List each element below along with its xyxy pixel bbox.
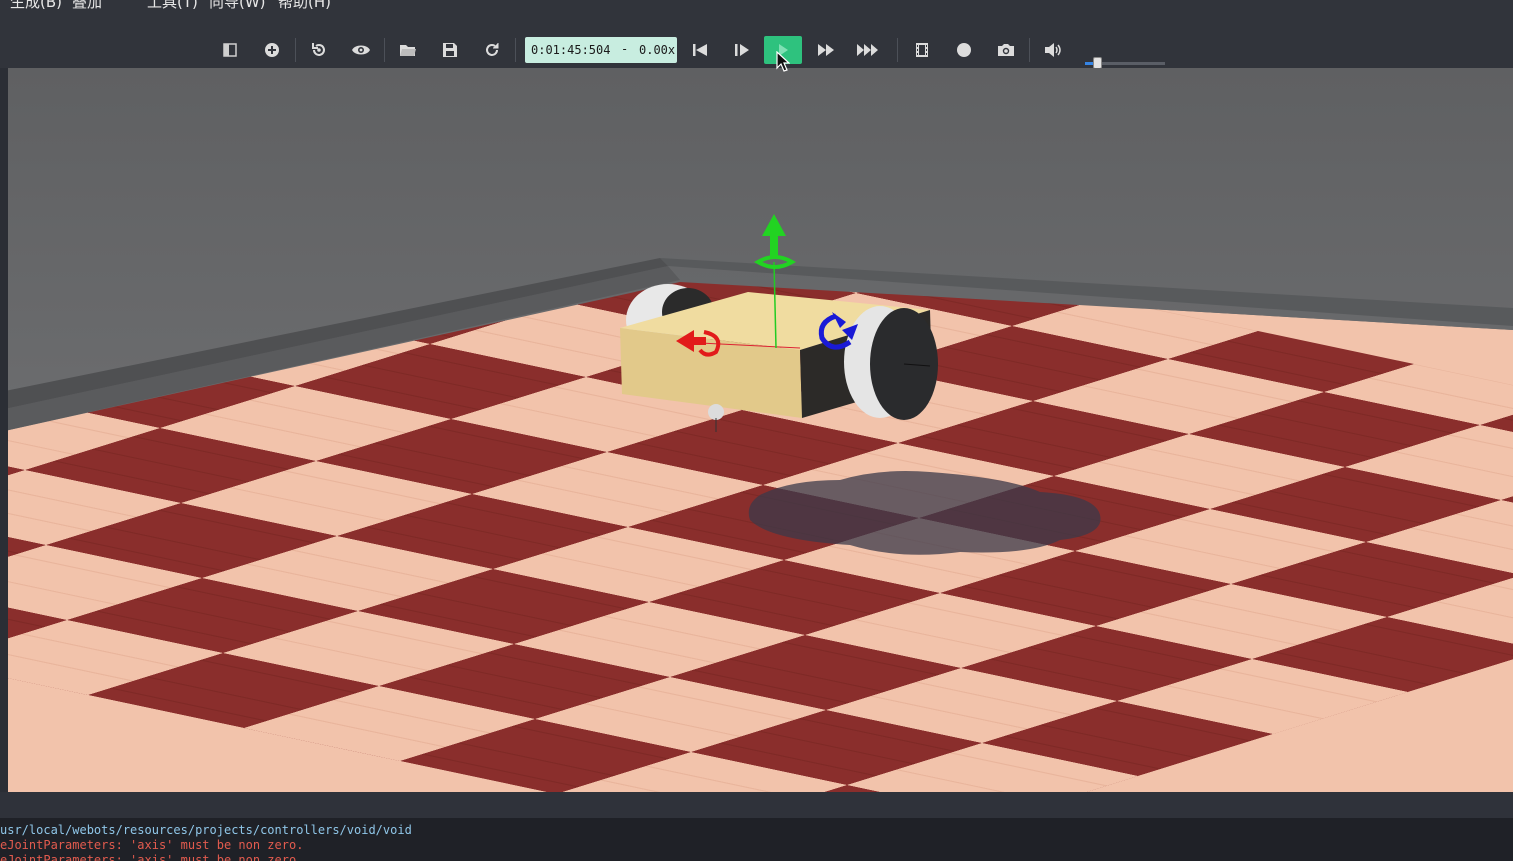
save-world-icon[interactable] (434, 36, 466, 64)
screenshot-icon[interactable] (990, 36, 1022, 64)
simulation-time: 0:01:45:504 (531, 43, 611, 57)
caster-wheel (708, 404, 724, 420)
record-animation-icon[interactable] (948, 36, 980, 64)
time-separator: - (621, 42, 629, 56)
scene-tree-collapsed-edge[interactable] (0, 68, 8, 792)
reset-viewpoint-icon[interactable] (303, 36, 335, 64)
simulation-speed: 0.00x (639, 43, 676, 57)
reload-world-icon[interactable] (476, 36, 508, 64)
console-line: usr/local/webots/resources/projects/cont… (0, 823, 412, 837)
floor (0, 68, 1513, 792)
menu-bar: 生成(B) 叠加 工具(T) 向导(W) 帮助(H) (0, 0, 1513, 14)
mouse-cursor-icon (776, 51, 790, 72)
run-fast-icon[interactable] (810, 36, 842, 64)
3d-view[interactable] (0, 68, 1513, 792)
menu-wizards[interactable]: 向导(W) (209, 0, 266, 12)
run-fastest-icon[interactable] (852, 36, 884, 64)
toggle-scene-tree-icon[interactable] (214, 36, 246, 64)
menu-help[interactable]: 帮助(H) (278, 0, 331, 12)
view-eye-icon[interactable] (345, 36, 377, 64)
3d-scene[interactable] (0, 68, 1513, 792)
toolbar: 0:01:45:504 - 0.00x (0, 14, 1513, 69)
menu-overlay[interactable]: 叠加 (72, 0, 102, 12)
simulation-time-display: 0:01:45:504 - 0.00x (525, 37, 677, 63)
record-movie-icon[interactable] (906, 36, 938, 64)
menu-tools[interactable]: 工具(T) (147, 0, 198, 12)
menu-build[interactable]: 生成(B) (10, 0, 62, 12)
open-world-icon[interactable] (392, 36, 424, 64)
console-line: eJointParameters: 'axis' must be non zer… (0, 853, 304, 861)
volume-icon[interactable] (1037, 36, 1069, 64)
step-icon[interactable] (726, 36, 758, 64)
console-header (0, 792, 1513, 818)
reset-simulation-icon[interactable] (684, 36, 716, 64)
add-node-icon[interactable] (256, 36, 288, 64)
volume-slider[interactable] (1085, 57, 1165, 69)
console-line: eJointParameters: 'axis' must be non zer… (0, 838, 304, 852)
console[interactable]: usr/local/webots/resources/projects/cont… (0, 818, 1513, 861)
